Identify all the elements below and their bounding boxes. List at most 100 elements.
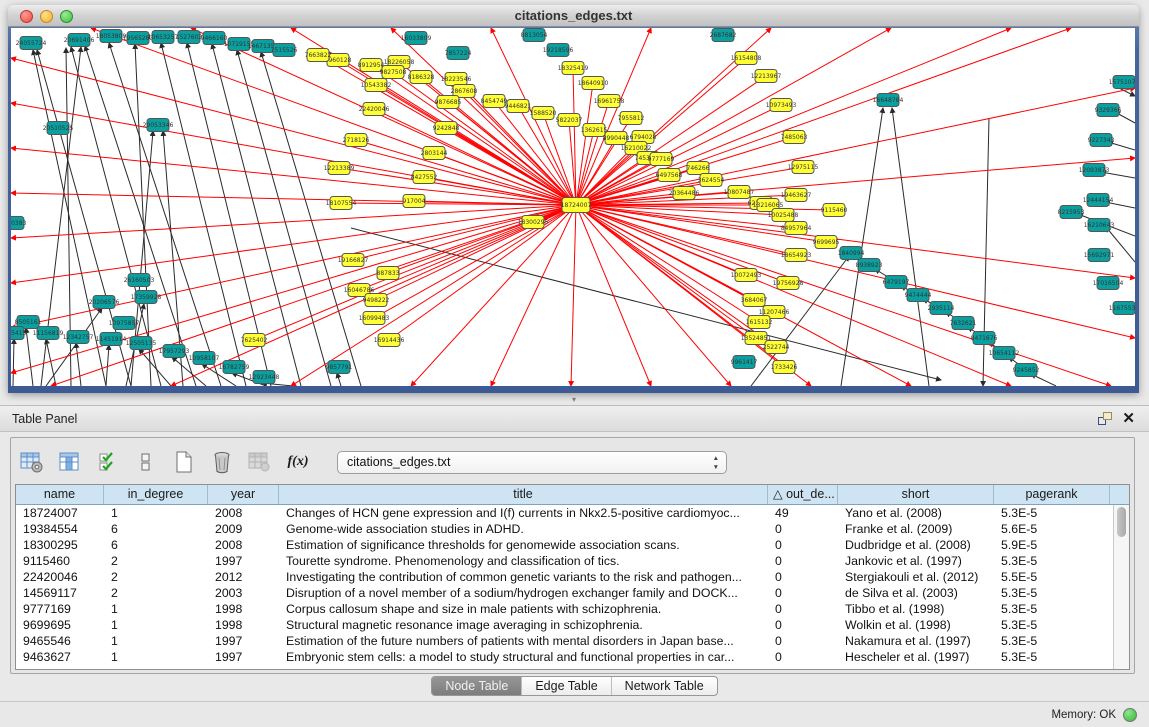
network-node[interactable]: 6497568 xyxy=(656,169,683,182)
network-node[interactable]: 16782759 xyxy=(219,361,250,374)
delete-column-icon[interactable] xyxy=(209,449,235,475)
network-node[interactable]: 9961417 xyxy=(731,356,758,369)
network-node[interactable]: 12444154 xyxy=(1083,194,1114,207)
column-header-out_degree[interactable]: △ out_de... xyxy=(768,485,838,504)
network-node[interactable]: 18654923 xyxy=(781,249,812,262)
column-header-in_degree[interactable]: in_degree xyxy=(104,485,208,504)
network-node[interactable]: 16033809 xyxy=(401,32,432,45)
network-node[interactable]: 22420046 xyxy=(359,103,390,116)
network-node[interactable]: 12923448 xyxy=(249,371,280,384)
table-mode-icon[interactable] xyxy=(19,449,45,475)
network-node[interactable]: 84957964 xyxy=(781,222,812,235)
network-node[interactable]: 1910383 xyxy=(11,217,27,230)
memory-led-icon[interactable] xyxy=(1123,708,1137,722)
network-node[interactable]: 16099483 xyxy=(359,312,390,325)
network-node[interactable]: 12342757 xyxy=(63,331,94,344)
table-row[interactable]: 977716911998Corpus callosum shape and si… xyxy=(16,601,1113,617)
network-node[interactable]: 6479197 xyxy=(883,276,910,289)
network-node[interactable]: 1527602 xyxy=(176,31,203,44)
table-select-dropdown[interactable]: citations_edges.txt ▲▼ xyxy=(337,451,727,474)
column-header-title[interactable]: title xyxy=(279,485,768,504)
network-node[interactable]: 18107554 xyxy=(326,197,357,210)
network-node[interactable]: 10958107 xyxy=(189,352,220,365)
network-node[interactable]: 16210643 xyxy=(1084,219,1115,232)
zoom-window-icon[interactable] xyxy=(60,10,73,23)
scrollbar-thumb[interactable] xyxy=(1117,507,1126,537)
network-node[interactable]: 10543382 xyxy=(361,79,392,92)
network-node[interactable]: 7632621 xyxy=(950,317,977,330)
tab-edge-table[interactable]: Edge Table xyxy=(521,677,610,695)
network-node[interactable]: 9245852 xyxy=(1013,364,1040,377)
network-node[interactable]: 9474444 xyxy=(905,289,932,302)
tab-node-table[interactable]: Node Table xyxy=(432,677,521,695)
network-node[interactable]: 887833 xyxy=(377,267,400,280)
show-columns-icon[interactable] xyxy=(57,449,83,475)
select-columns-icon[interactable] xyxy=(95,449,121,475)
table-row[interactable]: 946362711997Embryonic stem cells: a mode… xyxy=(16,649,1113,665)
table-row[interactable]: 1938455462009Genome-wide association stu… xyxy=(16,521,1113,537)
network-node[interactable]: 9876685 xyxy=(435,96,462,109)
function-builder-icon[interactable]: f(x) xyxy=(285,449,311,475)
network-node[interactable]: 1733426 xyxy=(771,361,798,374)
network-node[interactable]: 5822037 xyxy=(556,114,583,127)
network-node[interactable]: 15692971 xyxy=(1084,249,1115,262)
table-row[interactable]: 2242004622012Investigating the contribut… xyxy=(16,569,1113,585)
column-header-name[interactable]: name xyxy=(16,485,104,504)
network-node[interactable]: 18325419 xyxy=(558,62,589,75)
network-node[interactable]: 10975857 xyxy=(109,317,140,330)
network-node[interactable]: 9242848 xyxy=(433,122,460,135)
network-node[interactable]: 1615132 xyxy=(746,316,773,329)
network-node[interactable]: 2935114 xyxy=(928,302,955,315)
network-node[interactable]: 12505135 xyxy=(126,337,157,350)
network-node[interactable]: 18640910 xyxy=(578,77,609,90)
network-node[interactable]: 18300295 xyxy=(518,216,549,229)
network-node[interactable]: 9699695 xyxy=(813,236,840,249)
network-node[interactable]: 7515526 xyxy=(271,44,298,57)
network-node[interactable]: 1840994 xyxy=(838,247,865,260)
network-node[interactable]: 9498222 xyxy=(363,294,390,307)
table-row[interactable]: 1830029562008Estimation of significance … xyxy=(16,537,1113,553)
table-row[interactable]: 969969511998Structural magnetic resonanc… xyxy=(16,617,1113,633)
network-node[interactable]: 10973493 xyxy=(766,99,797,112)
network-node[interactable]: 11156819 xyxy=(33,327,64,340)
network-node[interactable]: 8813054 xyxy=(521,29,548,42)
network-node[interactable]: 9446821 xyxy=(505,100,532,113)
network-node[interactable]: 20510525 xyxy=(43,122,74,135)
table-row[interactable]: 946554611997Estimation of the future num… xyxy=(16,633,1113,649)
network-node[interactable]: 16648784 xyxy=(873,94,904,107)
network-node[interactable]: 2803144 xyxy=(421,147,448,160)
network-canvas[interactable]: 2405572420691406180538091956528310653257… xyxy=(11,28,1135,386)
network-node[interactable]: 2687682 xyxy=(710,29,737,42)
network-node[interactable]: 20364486 xyxy=(669,187,700,200)
network-node[interactable]: 12093873 xyxy=(1079,164,1110,177)
network-node[interactable]: 10654112 xyxy=(989,347,1020,360)
network-node[interactable]: 12213389 xyxy=(324,162,355,175)
network-node[interactable]: 9329366 xyxy=(1095,104,1122,117)
network-node[interactable]: 9115460 xyxy=(821,204,848,217)
network-node[interactable]: 18724007 xyxy=(561,198,592,213)
delete-table-icon[interactable] xyxy=(247,449,273,475)
new-column-icon[interactable] xyxy=(171,449,197,475)
network-node[interactable]: 11451914 xyxy=(96,333,127,346)
network-node[interactable]: 7625402 xyxy=(241,334,268,347)
network-node[interactable]: 10072493 xyxy=(731,269,762,282)
network-node[interactable]: 10025488 xyxy=(768,209,799,222)
network-node[interactable]: 20691406 xyxy=(64,34,95,47)
column-header-pagerank[interactable]: pagerank xyxy=(994,485,1110,504)
network-node[interactable]: 19756928 xyxy=(773,277,804,290)
network-node[interactable]: 12975115 xyxy=(788,161,819,174)
network-node[interactable]: 26160503 xyxy=(124,274,155,287)
network-node[interactable]: 8471676 xyxy=(971,332,998,345)
network-node[interactable]: 2718126 xyxy=(343,134,370,147)
network-node[interactable]: 16914436 xyxy=(374,334,405,347)
network-node[interactable]: 3624554 xyxy=(698,174,725,187)
network-node[interactable]: 7663822 xyxy=(305,49,332,62)
network-node[interactable]: 11675533 xyxy=(1109,302,1135,315)
network-node[interactable]: 917004 xyxy=(403,195,426,208)
column-header-short[interactable]: short xyxy=(838,485,994,504)
network-node[interactable]: 15751074 xyxy=(1109,76,1135,89)
network-node[interactable]: 9857791 xyxy=(326,361,353,374)
network-node[interactable]: 2522744 xyxy=(763,341,790,354)
float-panel-icon[interactable] xyxy=(1098,412,1112,425)
table-row[interactable]: 1872400712008Changes of HCN gene express… xyxy=(16,505,1113,521)
